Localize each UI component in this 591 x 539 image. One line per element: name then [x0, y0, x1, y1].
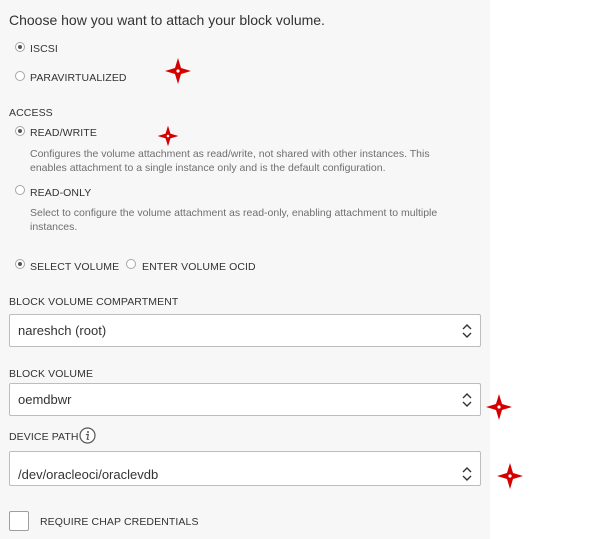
read-only-radio[interactable]: [15, 185, 25, 195]
annotation-marker-icon: [497, 463, 523, 489]
chevron-up-down-icon: [462, 324, 472, 338]
device-path-value: /dev/oracleoci/oraclevdb: [18, 467, 159, 482]
block-volume-value: oemdbwr: [18, 392, 72, 407]
iscsi-label[interactable]: ISCSI: [30, 43, 58, 55]
attach-volume-panel: Choose how you want to attach your block…: [0, 0, 490, 539]
iscsi-radio[interactable]: [15, 42, 25, 52]
read-only-description: Select to configure the volume attachmen…: [30, 207, 438, 233]
chevron-up-down-icon: [462, 467, 472, 481]
device-path-label: DEVICE PATH: [9, 431, 79, 443]
access-heading: ACCESS: [9, 107, 53, 119]
annotation-marker-icon: [157, 125, 179, 147]
read-only-label[interactable]: READ-ONLY: [30, 187, 91, 199]
compartment-select[interactable]: nareshch (root): [9, 314, 481, 347]
block-volume-select[interactable]: oemdbwr: [9, 383, 481, 416]
annotation-marker-icon: [486, 394, 512, 420]
device-path-select[interactable]: /dev/oracleoci/oraclevdb: [9, 451, 481, 486]
select-volume-radio[interactable]: [15, 259, 25, 269]
read-write-label[interactable]: READ/WRITE: [30, 127, 97, 139]
intro-text: Choose how you want to attach your block…: [9, 12, 325, 28]
select-volume-label[interactable]: SELECT VOLUME: [30, 261, 119, 273]
read-write-radio[interactable]: [15, 126, 25, 136]
read-write-description: Configures the volume attachment as read…: [30, 148, 430, 174]
info-icon[interactable]: [79, 427, 96, 444]
require-chap-label[interactable]: REQUIRE CHAP CREDENTIALS: [40, 516, 199, 528]
paravirtualized-label[interactable]: PARAVIRTUALIZED: [30, 72, 127, 84]
require-chap-checkbox[interactable]: [9, 511, 29, 531]
paravirtualized-radio[interactable]: [15, 71, 25, 81]
enter-volume-ocid-radio[interactable]: [126, 259, 136, 269]
annotation-marker-icon: [165, 58, 191, 84]
enter-volume-ocid-label[interactable]: ENTER VOLUME OCID: [142, 261, 256, 273]
compartment-value: nareshch (root): [18, 323, 107, 338]
block-volume-label: BLOCK VOLUME: [9, 368, 94, 380]
chevron-up-down-icon: [462, 393, 472, 407]
compartment-label: BLOCK VOLUME COMPARTMENT: [9, 296, 179, 308]
